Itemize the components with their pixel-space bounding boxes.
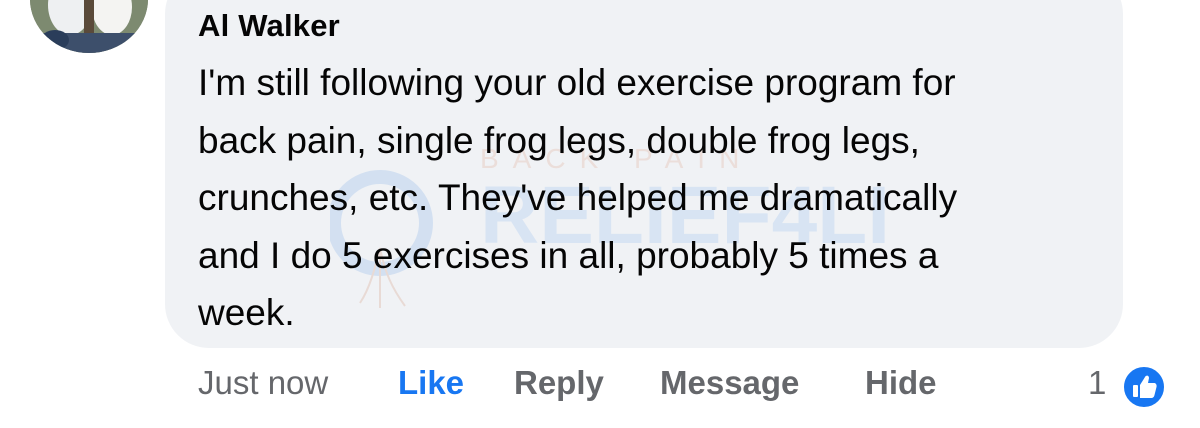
thumbs-up-icon[interactable]	[1121, 364, 1167, 410]
comment-author[interactable]: Al Walker	[198, 8, 340, 44]
comment-line: and I do 5 exercises in all, probably 5 …	[198, 234, 939, 276]
avatar[interactable]	[30, 0, 148, 53]
comment-line: crunches, etc. They've helped me dramati…	[198, 177, 958, 218]
thumbs-up-glyph	[1133, 375, 1157, 398]
comment-thread: BACK PAIN RELIEF4LIFE Al Walker I'm stil…	[0, 0, 1200, 428]
comment-line: back pain, single frog legs, double frog…	[198, 119, 920, 161]
comment-text: I'm still following your old exercise pr…	[198, 54, 1118, 342]
reaction-count[interactable]: 1	[1088, 364, 1106, 402]
avatar-photo	[30, 0, 148, 53]
comment-line: week.	[198, 292, 295, 333]
hide-button[interactable]: Hide	[865, 364, 937, 402]
comment-timestamp[interactable]: Just now	[198, 364, 328, 402]
reply-button[interactable]: Reply	[514, 364, 604, 402]
message-button[interactable]: Message	[660, 364, 799, 402]
like-button[interactable]: Like	[398, 364, 464, 402]
comment-line: I'm still following your old exercise pr…	[198, 62, 956, 103]
